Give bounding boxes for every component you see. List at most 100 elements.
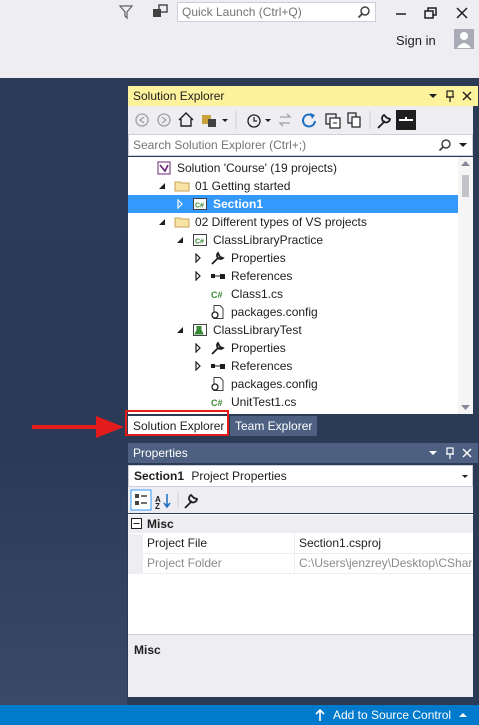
collapsed-arrow-icon[interactable]	[175, 199, 185, 209]
property-row[interactable]: Project Folder C:\Users\jenzrey\Desktop\…	[143, 554, 473, 574]
property-row[interactable]: Project File Section1.csproj	[143, 534, 473, 554]
chevron-up-icon[interactable]	[458, 708, 468, 722]
switch-views-icon[interactable]	[202, 115, 228, 127]
tree-item[interactable]: C# UnitTest1.cs	[128, 393, 458, 411]
tree-item[interactable]: References	[128, 357, 458, 375]
minimize-icon[interactable]	[390, 2, 412, 24]
solution-tree: Solution 'Course' (19 projects) 01 Gettin…	[128, 157, 458, 414]
svg-text:C#: C#	[211, 398, 223, 408]
solution-explorer-search[interactable]	[128, 134, 473, 156]
tree-item[interactable]: 02 Different types of VS projects	[128, 213, 458, 231]
description-title: Misc	[134, 643, 161, 657]
folder-icon	[174, 214, 190, 230]
window-position-icon[interactable]	[428, 443, 438, 463]
close-icon[interactable]	[451, 2, 473, 24]
csharp-file-icon: C#	[210, 394, 226, 410]
csharp-project-icon: C#	[192, 196, 208, 212]
test-project-icon	[192, 322, 208, 338]
tree-item-label: 02 Different types of VS projects	[195, 215, 367, 229]
references-icon	[210, 358, 226, 374]
csharp-project-icon: C#	[192, 232, 208, 248]
collapsed-arrow-icon[interactable]	[193, 253, 203, 263]
refresh-icon[interactable]	[302, 113, 316, 128]
feedback-icon[interactable]	[151, 3, 169, 21]
collapsed-arrow-icon[interactable]	[193, 361, 203, 371]
tree-item-label: packages.config	[231, 377, 318, 391]
collapse-all-icon[interactable]	[325, 113, 341, 129]
tree-item[interactable]: C# ClassLibraryPractice	[128, 231, 458, 249]
quick-launch-box[interactable]	[177, 2, 376, 22]
close-icon[interactable]	[461, 86, 473, 106]
quick-launch-input[interactable]	[178, 3, 362, 21]
tree-item[interactable]: Properties	[128, 339, 458, 357]
property-description: Misc	[128, 634, 473, 697]
tree-item[interactable]: C# Section1	[128, 195, 458, 213]
alphabetical-icon[interactable]: AZ	[155, 494, 171, 511]
pin-icon[interactable]	[444, 86, 456, 106]
tree-item[interactable]: C# Class1.cs	[128, 285, 458, 303]
tree-item-label: 01 Getting started	[195, 179, 291, 193]
property-pages-icon[interactable]	[184, 493, 198, 509]
sync-icon[interactable]	[278, 113, 292, 127]
show-all-files-icon[interactable]	[347, 112, 361, 128]
solution-explorer-title-bar: Solution Explorer	[128, 86, 478, 106]
references-icon	[210, 268, 226, 284]
home-icon[interactable]	[178, 112, 194, 127]
collapsed-arrow-icon[interactable]	[193, 271, 203, 281]
grid-gutter	[128, 534, 143, 574]
tab-team-explorer[interactable]: Team Explorer	[230, 416, 318, 436]
tree-item[interactable]: Solution 'Course' (19 projects)	[128, 159, 458, 177]
tree-item[interactable]: ClassLibraryTest	[128, 321, 458, 339]
sign-in-link[interactable]: Sign in	[396, 33, 436, 48]
back-icon[interactable]	[135, 113, 149, 127]
pending-changes-icon[interactable]	[247, 114, 271, 128]
window-position-icon[interactable]	[428, 86, 438, 106]
restore-icon[interactable]	[419, 2, 441, 24]
account-icon[interactable]	[454, 29, 474, 49]
arrow-up-icon[interactable]	[314, 708, 326, 722]
tree-item-label: References	[231, 269, 293, 283]
search-icon[interactable]	[438, 138, 452, 152]
filter-icon[interactable]	[118, 4, 134, 20]
properties-title: Properties	[133, 446, 188, 460]
tree-item-label: Class1.cs	[231, 287, 284, 301]
tree-item-label: Solution 'Course' (19 projects)	[177, 161, 337, 175]
tree-item[interactable]: Properties	[128, 249, 458, 267]
expanded-arrow-icon[interactable]	[175, 325, 185, 335]
pin-icon[interactable]	[444, 443, 456, 463]
forward-icon[interactable]	[157, 113, 171, 127]
tree-item-label: ClassLibraryTest	[213, 323, 302, 337]
add-to-source-control[interactable]: Add to Source Control	[333, 708, 451, 722]
collapse-icon[interactable]	[131, 518, 142, 529]
category-header[interactable]: Misc	[128, 515, 473, 533]
status-bar: Add to Source Control	[0, 705, 479, 725]
tree-item[interactable]: packages.config	[128, 303, 458, 321]
property-name: Project Folder	[147, 556, 222, 570]
tree-item[interactable]: 01 Getting started	[128, 177, 458, 195]
expanded-arrow-icon[interactable]	[157, 181, 167, 191]
tree-item[interactable]: References	[128, 267, 458, 285]
property-grid: Misc Project File Section1.csproj Projec…	[128, 514, 473, 634]
property-name: Project File	[147, 536, 208, 550]
solution-explorer-title: Solution Explorer	[133, 89, 225, 103]
properties-object-name: Section1	[134, 469, 185, 483]
categorized-icon[interactable]	[130, 489, 152, 511]
svg-text:Z: Z	[155, 502, 160, 511]
close-icon[interactable]	[461, 443, 473, 463]
expanded-arrow-icon[interactable]	[157, 217, 167, 227]
solution-explorer-search-input[interactable]	[129, 135, 447, 155]
wrench-icon	[210, 340, 226, 356]
property-value[interactable]: Section1.csproj	[299, 534, 381, 553]
collapsed-arrow-icon[interactable]	[193, 343, 203, 353]
preview-icon[interactable]	[396, 110, 416, 130]
properties-icon[interactable]	[377, 113, 391, 129]
tree-scrollbar[interactable]	[458, 157, 473, 414]
search-icon[interactable]	[357, 5, 371, 19]
solution-icon	[156, 160, 172, 176]
expanded-arrow-icon[interactable]	[175, 235, 185, 245]
search-options-icon[interactable]	[458, 138, 468, 152]
property-value[interactable]: C:\Users\jenzrey\Desktop\CSharp	[299, 554, 473, 573]
properties-object-selector[interactable]: Section1 Project Properties	[128, 465, 473, 487]
chevron-down-icon[interactable]	[461, 466, 469, 486]
tree-item[interactable]: packages.config	[128, 375, 458, 393]
